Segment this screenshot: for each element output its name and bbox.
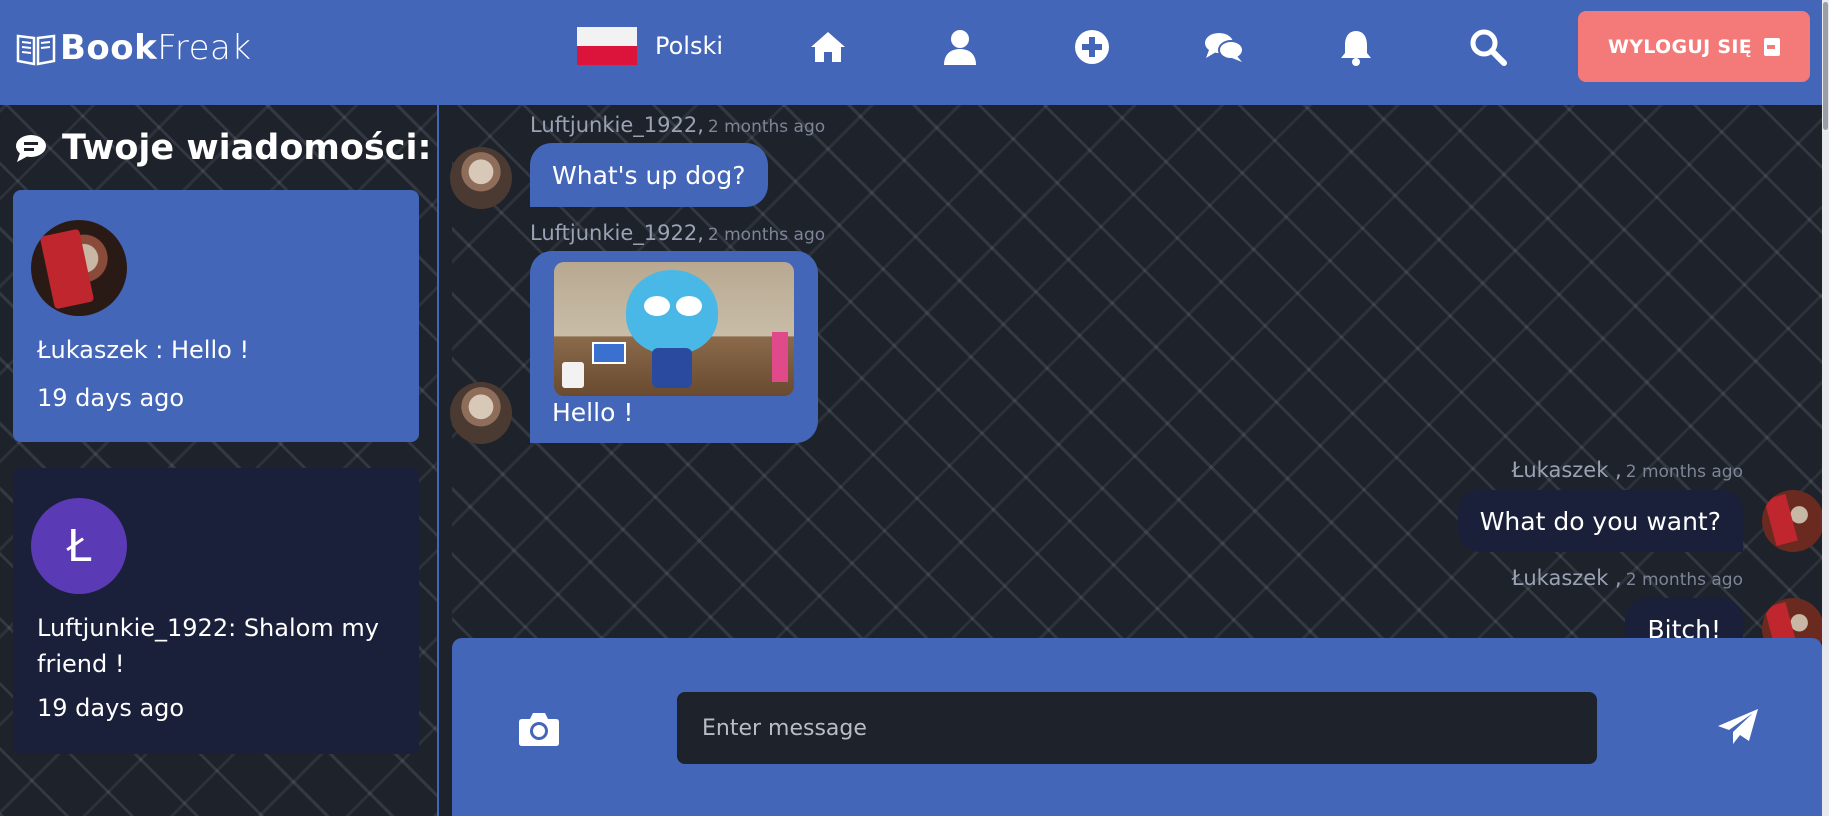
logout-label: WYLOGUJ SIĘ: [1607, 35, 1753, 58]
gumball-gif-image[interactable]: [554, 262, 794, 396]
message-author: Luftjunkie_1922,: [530, 221, 704, 245]
camera-icon[interactable]: [518, 711, 560, 747]
message-meta: Luftjunkie_1922, 2 months ago: [530, 113, 825, 137]
user-icon[interactable]: [940, 27, 980, 67]
send-icon[interactable]: [1717, 708, 1759, 746]
conversation-preview: Luftjunkie_1922: Shalom my friend !: [37, 614, 379, 678]
avatar: [450, 147, 512, 209]
message-time: 2 months ago: [1625, 462, 1743, 482]
sidebar-title: Twoje wiadomości:: [14, 128, 431, 168]
message-text: What's up dog?: [552, 160, 746, 190]
message-time: 2 months ago: [707, 117, 826, 137]
avatar: [31, 220, 127, 316]
conversation-item[interactable]: Ł Luftjunkie_1922: Shalom my friend ! 19…: [13, 468, 419, 754]
chat-icon[interactable]: [1204, 27, 1244, 67]
bell-icon[interactable]: [1336, 27, 1376, 67]
language-label: Polski: [655, 32, 724, 60]
comment-icon: [16, 135, 46, 162]
poland-flag-icon: [577, 27, 637, 65]
conversation-time: 19 days ago: [37, 384, 185, 412]
search-icon[interactable]: [1468, 27, 1508, 67]
message-author: Luftjunkie_1922,: [530, 113, 704, 137]
page-scrollbar[interactable]: [1822, 0, 1829, 816]
message-author: Łukaszek ,: [1511, 566, 1622, 590]
logo-text: BookFreak: [60, 28, 252, 68]
exit-icon: [1764, 37, 1781, 56]
message-time: 2 months ago: [707, 225, 826, 245]
message-text: Hello !: [552, 398, 634, 427]
language-selector[interactable]: Polski: [577, 27, 723, 65]
message-meta: Luftjunkie_1922, 2 months ago: [530, 221, 825, 245]
message-meta: Łukaszek ,2 months ago: [1512, 566, 1743, 590]
conversation-item[interactable]: Łukaszek : Hello ! 19 days ago: [13, 190, 419, 442]
message-meta: Łukaszek ,2 months ago: [1512, 458, 1743, 482]
sidebar-divider: [437, 105, 439, 816]
avatar: Ł: [31, 498, 127, 594]
message-author: Łukaszek ,: [1511, 458, 1622, 482]
bookfreak-logo[interactable]: BookFreak: [14, 26, 252, 70]
message-time: 2 months ago: [1625, 570, 1743, 590]
avatar: [450, 382, 512, 444]
top-navbar: BookFreak Polski WYLOGUJ SIĘ: [0, 0, 1829, 105]
sidebar-title-text: Twoje wiadomości:: [62, 128, 432, 168]
home-icon[interactable]: [808, 27, 848, 67]
message-bubble: What do you want?: [1457, 490, 1743, 552]
message-input[interactable]: [677, 692, 1597, 764]
add-icon[interactable]: [1072, 27, 1112, 67]
book-logo-icon: [16, 34, 56, 66]
avatar: [1762, 490, 1824, 552]
message-text: What do you want?: [1479, 506, 1721, 536]
message-bubble: What's up dog?: [530, 143, 768, 207]
logout-button[interactable]: WYLOGUJ SIĘ: [1578, 11, 1810, 82]
conversation-time: 19 days ago: [37, 694, 185, 722]
message-composer: [452, 638, 1822, 816]
conversation-preview: Łukaszek : Hello !: [37, 336, 250, 364]
